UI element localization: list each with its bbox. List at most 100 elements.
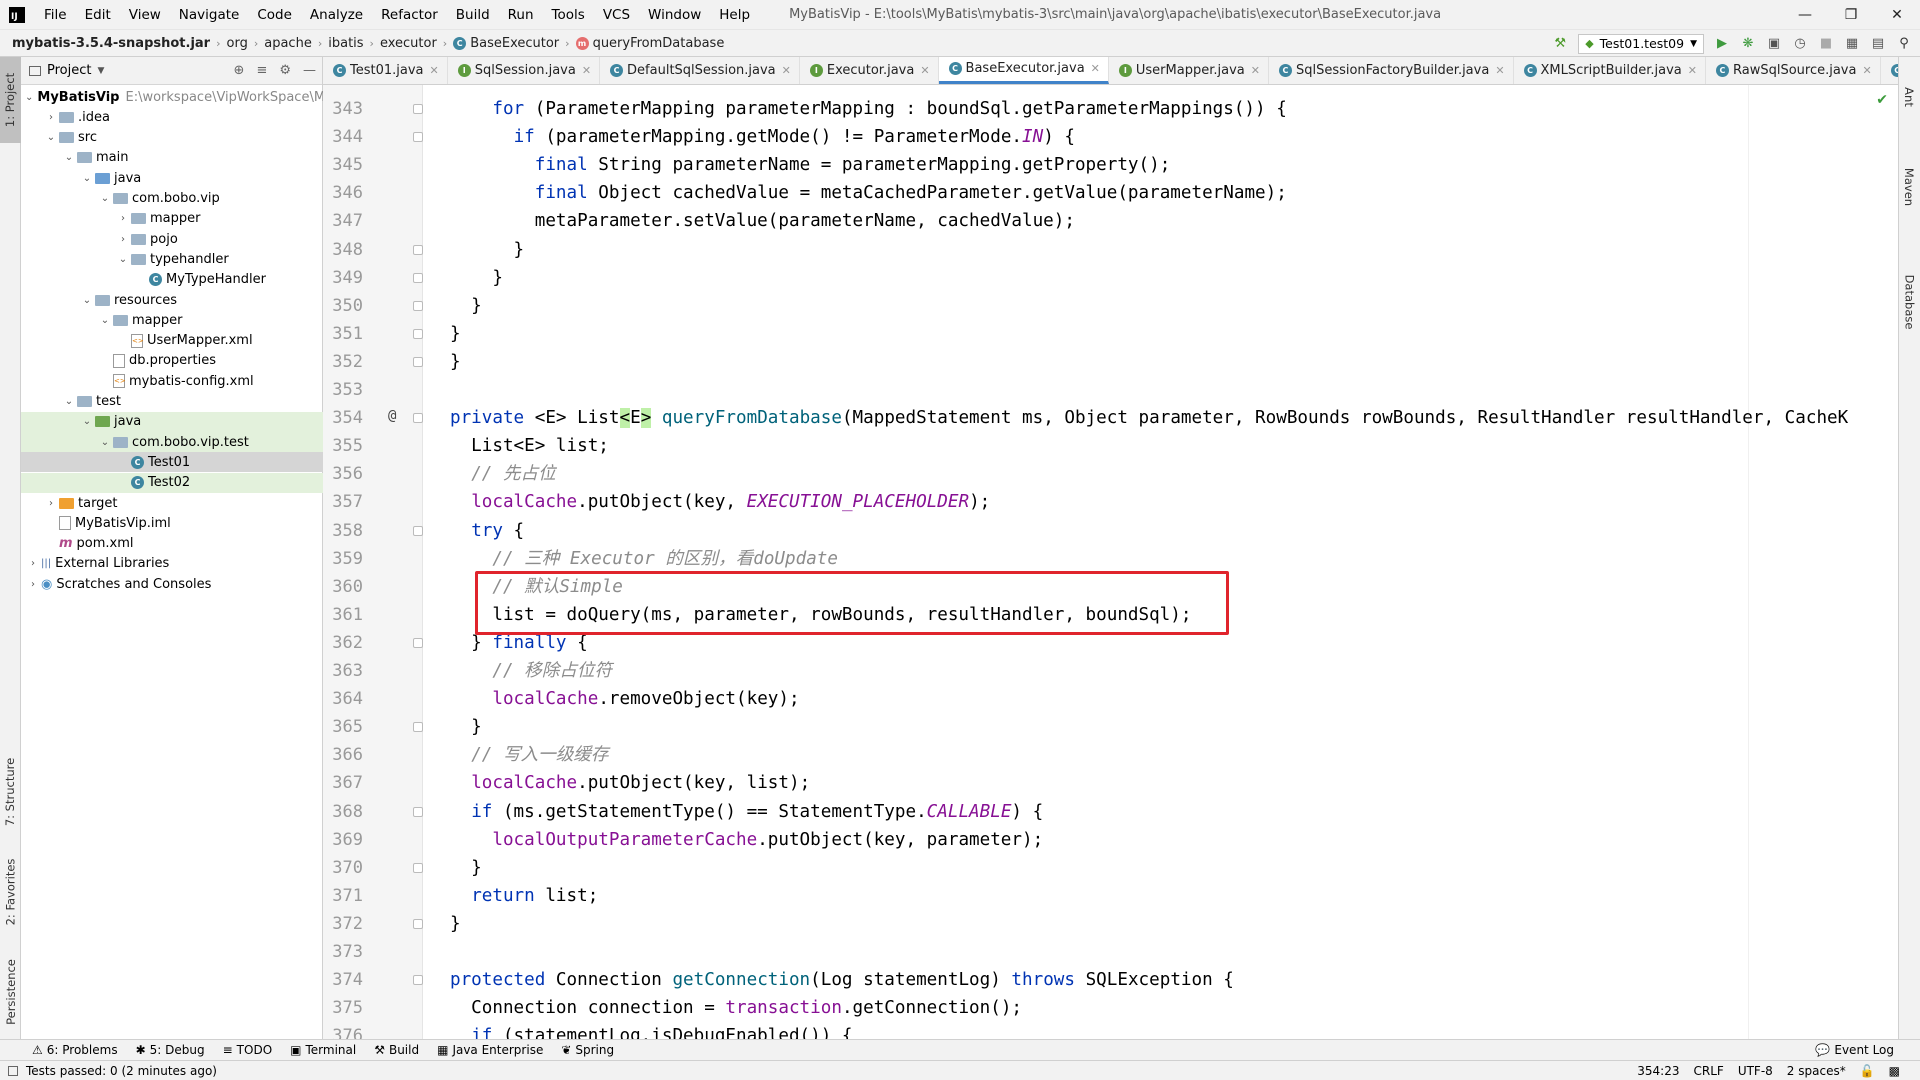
expand-arrow-icon[interactable]: ⌄ — [61, 152, 77, 163]
fold-marker-icon[interactable] — [413, 300, 423, 311]
memory-indicator-icon[interactable]: ▩ — [1889, 1064, 1900, 1078]
gear-icon[interactable]: ⚙ — [279, 63, 291, 78]
tool-tab-maven[interactable]: Maven — [1898, 137, 1920, 237]
status-message[interactable]: Tests passed: 0 (2 minutes ago) — [26, 1064, 217, 1078]
tree-item-test02[interactable]: C Test02 — [21, 472, 323, 493]
debug-icon[interactable]: ❋ — [1740, 36, 1756, 52]
tree-item-mybatisvip[interactable]: ⌄ MyBatisVip E:\workspace\VipWorkSpace\M — [21, 87, 323, 107]
expand-arrow-icon[interactable]: ⌄ — [97, 437, 113, 448]
fold-marker-icon[interactable] — [413, 806, 423, 817]
expand-arrow-icon[interactable]: ⌄ — [97, 315, 113, 326]
close-tab-icon[interactable]: ✕ — [1251, 64, 1260, 77]
menu-analyze[interactable]: Analyze — [301, 7, 372, 23]
chevron-down-icon[interactable]: ▼ — [97, 66, 104, 76]
breadcrumb-item[interactable]: m queryFromDatabase — [570, 36, 731, 51]
indent-setting[interactable]: 2 spaces* — [1787, 1064, 1846, 1078]
menu-refactor[interactable]: Refactor — [372, 7, 447, 23]
coverage-icon[interactable]: ▣ — [1766, 36, 1782, 52]
tree-item-external-libraries[interactable]: › ||| External Libraries — [21, 554, 323, 574]
close-tab-icon[interactable]: ✕ — [1495, 64, 1504, 77]
collapse-arrow-icon[interactable]: › — [43, 498, 59, 509]
tree-item-typehandler[interactable]: ⌄ typehandler — [21, 249, 323, 269]
menu-view[interactable]: View — [120, 7, 170, 23]
status-icon[interactable] — [8, 1065, 18, 1076]
bottom-tool-terminal[interactable]: ▣ Terminal — [290, 1043, 356, 1057]
collapse-arrow-icon[interactable]: › — [25, 579, 41, 590]
collapse-arrow-icon[interactable]: › — [43, 112, 59, 123]
tree-item-scratches-and-consoles[interactable]: › ◉ Scratches and Consoles — [21, 574, 323, 594]
tree-item-test01[interactable]: C Test01 — [21, 452, 323, 473]
close-tab-icon[interactable]: ✕ — [582, 64, 591, 77]
event-log-button[interactable]: 💬 Event Log — [1815, 1043, 1894, 1057]
tool-tab-ant[interactable]: Ant — [1898, 67, 1920, 127]
hide-panel-icon[interactable]: — — [303, 63, 316, 78]
tool-tab-structure[interactable]: 7: Structure — [0, 747, 21, 837]
tree-item-mybatis-config-xml[interactable]: <> mybatis-config.xml — [21, 371, 323, 391]
breadcrumb-item[interactable]: C BaseExecutor — [447, 36, 565, 51]
menu-file[interactable]: File — [35, 7, 76, 23]
editor-tab-executor-java[interactable]: I Executor.java ✕ — [800, 57, 939, 84]
expand-arrow-icon[interactable]: ⌄ — [61, 396, 77, 407]
tree-item-target[interactable]: › target — [21, 493, 323, 513]
tool-tab-favorites[interactable]: 2: Favorites — [0, 847, 21, 937]
tree-item-mapper[interactable]: ⌄ mapper — [21, 310, 323, 330]
editor-tab-sqlsessionfactorybuilder-java[interactable]: C SqlSessionFactoryBuilder.java ✕ — [1269, 57, 1514, 84]
tree-item-resources[interactable]: ⌄ resources — [21, 290, 323, 310]
line-separator[interactable]: CRLF — [1694, 1064, 1724, 1078]
fold-marker-icon[interactable] — [413, 413, 423, 424]
project-structure-icon[interactable]: ▦ — [1844, 36, 1860, 52]
editor-tab-defaultsqlsession-java[interactable]: C DefaultSqlSession.java ✕ — [600, 57, 800, 84]
tree-item-test[interactable]: ⌄ test — [21, 392, 323, 412]
bottom-tool-build[interactable]: ⚒ Build — [374, 1043, 419, 1057]
collapse-arrow-icon[interactable]: › — [115, 213, 131, 224]
breadcrumb-item[interactable]: org — [221, 36, 254, 51]
tool-tab-persistence[interactable]: Persistence — [0, 947, 21, 1037]
editor-tab-sqlsession-java[interactable]: I SqlSession.java ✕ — [448, 57, 601, 84]
breadcrumb-item[interactable]: mybatis-3.5.4-snapshot.jar — [0, 36, 216, 51]
breadcrumb-item[interactable]: apache — [258, 36, 318, 51]
menu-navigate[interactable]: Navigate — [170, 7, 249, 23]
tree-item--idea[interactable]: › .idea — [21, 107, 323, 127]
lock-icon[interactable]: 🔓 — [1860, 1064, 1875, 1078]
menu-edit[interactable]: Edit — [76, 7, 120, 23]
tree-item-mytypehandler[interactable]: C MyTypeHandler — [21, 270, 323, 290]
collapse-all-icon[interactable]: ≡ — [256, 63, 267, 78]
fold-marker-icon[interactable] — [413, 132, 423, 143]
menu-tools[interactable]: Tools — [543, 7, 594, 23]
menu-window[interactable]: Window — [639, 7, 710, 23]
tree-item-db-properties[interactable]: db.properties — [21, 351, 323, 371]
bottom-tool-6-problems[interactable]: ⚠ 6: Problems — [32, 1043, 118, 1057]
run-icon[interactable]: ▶ — [1714, 36, 1730, 52]
editor-tab-sqlsourcebuilder-[interactable]: CSqlSourceBuilder.✕ — [1881, 57, 1898, 84]
collapse-arrow-icon[interactable]: › — [115, 234, 131, 245]
tree-item-com-bobo-vip-test[interactable]: ⌄ com.bobo.vip.test — [21, 432, 323, 453]
tree-item-usermapper-xml[interactable]: <> UserMapper.xml — [21, 331, 323, 351]
menu-vcs[interactable]: VCS — [594, 7, 639, 23]
locate-icon[interactable]: ⊕ — [234, 63, 245, 78]
file-encoding[interactable]: UTF-8 — [1738, 1064, 1773, 1078]
search-icon[interactable]: ⚲ — [1896, 36, 1912, 52]
tool-tab-database[interactable]: Database — [1898, 247, 1920, 357]
tree-item-mybatisvip-iml[interactable]: MyBatisVip.iml — [21, 513, 323, 533]
tree-item-pojo[interactable]: › pojo — [21, 229, 323, 249]
tree-item-java[interactable]: ⌄ java — [21, 168, 323, 188]
tree-item-src[interactable]: ⌄ src — [21, 128, 323, 148]
close-tab-icon[interactable]: ✕ — [782, 64, 791, 77]
inspection-ok-icon[interactable]: ✔ — [1876, 92, 1888, 108]
build-hammer-icon[interactable]: ⚒ — [1552, 36, 1568, 52]
close-tab-icon[interactable]: ✕ — [430, 64, 439, 77]
editor-tab-rawsqlsource-java[interactable]: C RawSqlSource.java ✕ — [1706, 57, 1881, 84]
menu-code[interactable]: Code — [248, 7, 301, 23]
fold-marker-icon[interactable] — [413, 328, 423, 339]
minimize-icon[interactable]: — — [1782, 0, 1828, 30]
menu-build[interactable]: Build — [447, 7, 499, 23]
fold-marker-icon[interactable] — [413, 918, 423, 929]
collapse-arrow-icon[interactable]: › — [25, 558, 41, 569]
caret-position[interactable]: 354:23 — [1637, 1064, 1679, 1078]
tool-tab-project[interactable]: 1: Project — [0, 57, 21, 143]
tree-item-com-bobo-vip[interactable]: ⌄ com.bobo.vip — [21, 189, 323, 209]
stop-icon[interactable]: ■ — [1818, 36, 1834, 52]
menu-run[interactable]: Run — [499, 7, 543, 23]
close-tab-icon[interactable]: ✕ — [920, 64, 929, 77]
bottom-tool-spring[interactable]: ❦ Spring — [561, 1043, 614, 1057]
